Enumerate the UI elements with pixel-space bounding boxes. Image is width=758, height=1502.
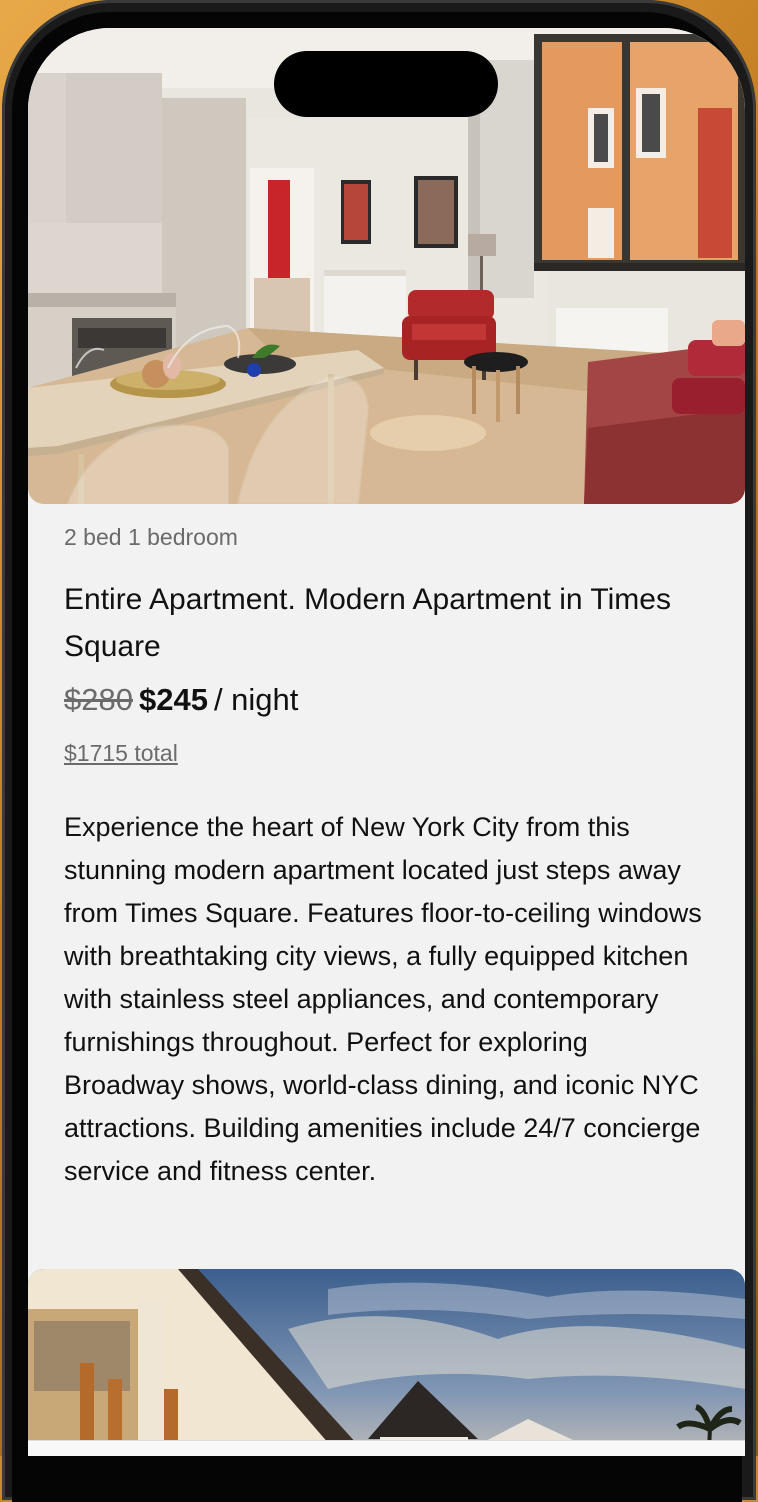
listing-photo-2[interactable] (28, 1269, 745, 1456)
dynamic-island (274, 51, 498, 117)
listing-price-row: $280 $245/ night (64, 682, 704, 718)
listing-description: Experience the heart of New York City fr… (64, 812, 702, 1186)
price-unit: / night (213, 682, 299, 717)
app-screen: 2 bed 1 bedroom Entire Apartment. Modern… (28, 28, 745, 1456)
price-total-link[interactable]: $1715 total (64, 740, 704, 767)
price-original: $280 (64, 682, 133, 717)
tab-bar (28, 1440, 745, 1456)
listing-title: Entire Apartment. Modern Apartment in Ti… (64, 583, 671, 663)
price-discounted: $245 (138, 682, 208, 717)
listing-beds: 2 bed 1 bedroom (64, 524, 238, 550)
